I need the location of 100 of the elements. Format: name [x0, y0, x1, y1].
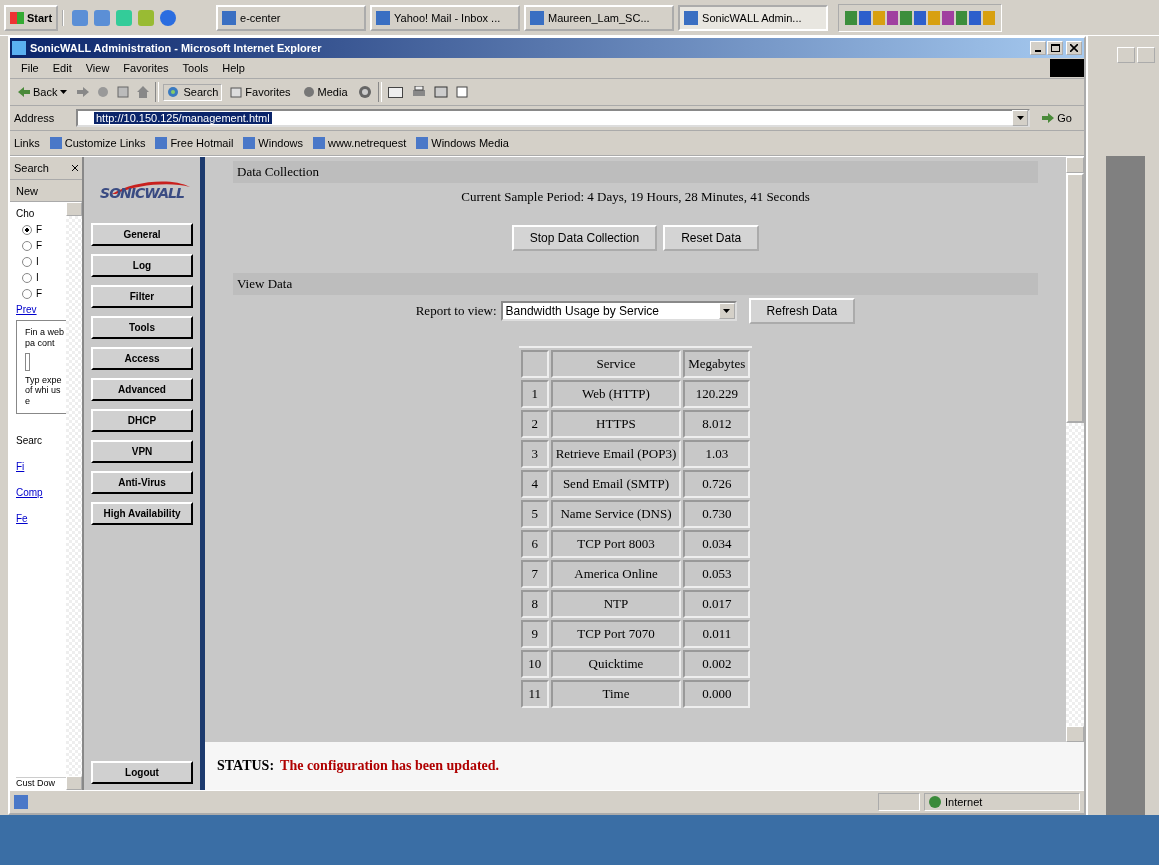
home-icon[interactable]: [135, 86, 152, 98]
quick-launch-icon[interactable]: [116, 9, 133, 26]
page-icon: [222, 10, 237, 25]
table-cell: 0.000: [683, 680, 751, 708]
link-button[interactable]: Windows Media: [416, 137, 509, 149]
link-button[interactable]: www.netrequest: [313, 137, 407, 149]
tray-icon[interactable]: [845, 10, 857, 25]
radio-button[interactable]: [22, 240, 32, 251]
table-cell: 0.053: [683, 560, 751, 588]
tray-icon[interactable]: [941, 10, 954, 25]
link[interactable]: Prev: [16, 304, 66, 315]
menu-item[interactable]: Tools: [175, 62, 216, 74]
table-cell: Time: [550, 680, 682, 708]
radio-button[interactable]: [22, 256, 32, 267]
scroll-thumb[interactable]: [1066, 173, 1084, 423]
logout-button[interactable]: Logout: [91, 761, 193, 784]
link[interactable]: Fe: [16, 513, 66, 524]
menu-item[interactable]: Favorites: [116, 62, 176, 74]
back-button[interactable]: Back: [14, 84, 72, 100]
favorites-button[interactable]: Favorites: [226, 84, 295, 100]
radio-button[interactable]: [22, 288, 32, 299]
table-cell: 8.012: [683, 410, 751, 438]
edit-icon[interactable]: [431, 86, 450, 98]
menu-item[interactable]: View: [78, 62, 117, 74]
taskbar-button[interactable]: SonicWALL Admin...: [678, 4, 829, 31]
nav-button[interactable]: General: [91, 223, 193, 246]
action-button[interactable]: Stop Data Collection: [511, 225, 658, 251]
maximize-icon: [1050, 44, 1060, 52]
menu-item[interactable]: Help: [215, 62, 252, 74]
document-icon[interactable]: [453, 86, 470, 98]
input-field[interactable]: [25, 352, 30, 371]
refresh-icon[interactable]: [115, 86, 132, 98]
action-button[interactable]: Reset Data: [663, 225, 760, 251]
taskbar-button[interactable]: Yahoo! Mail - Inbox ...: [370, 4, 521, 31]
radio-button[interactable]: [22, 224, 32, 235]
link-button[interactable]: Customize Links: [49, 137, 146, 149]
nav-button[interactable]: Anti-Virus: [91, 471, 193, 494]
tray-icon[interactable]: [955, 10, 968, 25]
tray-icon[interactable]: [914, 10, 926, 25]
table-cell: 11: [520, 680, 549, 708]
start-button[interactable]: Start: [4, 4, 59, 31]
tray-icon[interactable]: [969, 10, 982, 25]
nav-button[interactable]: VPN: [91, 440, 193, 463]
table-cell: NTP: [550, 590, 682, 618]
quick-launch-icon[interactable]: [138, 9, 155, 26]
nav-button[interactable]: High Availability: [91, 502, 193, 525]
nav-button[interactable]: Advanced: [91, 378, 193, 401]
minimize-button[interactable]: [1030, 41, 1046, 55]
dropdown-arrow-icon[interactable]: [60, 90, 68, 94]
nav-button[interactable]: Log: [91, 254, 193, 277]
report-dropdown[interactable]: Bandwidth Usage by Service: [500, 301, 737, 321]
link-button[interactable]: Free Hotmail: [155, 137, 234, 149]
tray-icon[interactable]: [858, 10, 871, 25]
refresh-button[interactable]: Refresh Data: [748, 298, 856, 324]
tray-icon[interactable]: [886, 10, 899, 25]
nav-button[interactable]: DHCP: [91, 409, 193, 432]
column-header: Megabytes: [683, 350, 751, 378]
taskbar-button[interactable]: Maureen_Lam_SC...: [524, 4, 675, 31]
link-button[interactable]: Windows: [243, 137, 303, 149]
table-cell: HTTPS: [550, 410, 682, 438]
nav-button[interactable]: Access: [91, 347, 193, 370]
table-cell: 0.017: [683, 590, 751, 618]
address-field[interactable]: http://10.150.125/management.html: [76, 109, 1031, 127]
media-button[interactable]: Media: [298, 84, 352, 100]
scroll-down-icon[interactable]: [1066, 726, 1084, 742]
search-button[interactable]: Search: [163, 83, 223, 101]
search-label: Searc: [16, 435, 44, 446]
quick-launch-icon[interactable]: [72, 9, 89, 26]
menu-item[interactable]: Edit: [45, 62, 79, 74]
status-message: The configuration has been updated.: [280, 758, 500, 774]
globe-icon: [929, 796, 941, 808]
column-header: Service: [550, 350, 682, 378]
scroll-up-icon[interactable]: [66, 202, 82, 216]
address-label: Address: [14, 112, 56, 124]
table-cell: 7: [520, 560, 549, 588]
maximize-button[interactable]: [1047, 41, 1063, 55]
close-icon[interactable]: [72, 165, 78, 171]
page-icon: [155, 137, 168, 149]
menu-item[interactable]: File: [14, 62, 46, 74]
go-button[interactable]: Go: [1034, 112, 1080, 124]
nav-button[interactable]: Tools: [91, 316, 193, 339]
window-title: SonicWALL Administration - Microsoft Internet Explorer: [30, 42, 323, 54]
table-cell: Retrieve Email (POP3): [550, 440, 682, 468]
taskbar-button[interactable]: e-center: [216, 4, 367, 31]
link[interactable]: Comp: [16, 487, 66, 498]
link[interactable]: Fi: [16, 461, 66, 472]
close-button[interactable]: [1066, 41, 1082, 55]
radio-button[interactable]: [22, 272, 32, 283]
quick-launch-icon[interactable]: [94, 9, 111, 26]
column-header: [520, 350, 549, 378]
scroll-down-icon[interactable]: [66, 776, 82, 790]
scroll-up-icon[interactable]: [1066, 157, 1084, 173]
tray-icon[interactable]: [900, 10, 913, 25]
nav-button[interactable]: Filter: [91, 285, 193, 308]
scrollbar[interactable]: [1066, 157, 1084, 742]
quick-launch-icon[interactable]: [160, 9, 177, 26]
info-text: Fin a web pa cont: [25, 327, 65, 349]
page-icon: [416, 137, 429, 149]
radio-label: I: [36, 256, 39, 267]
mail-icon[interactable]: [385, 86, 406, 98]
